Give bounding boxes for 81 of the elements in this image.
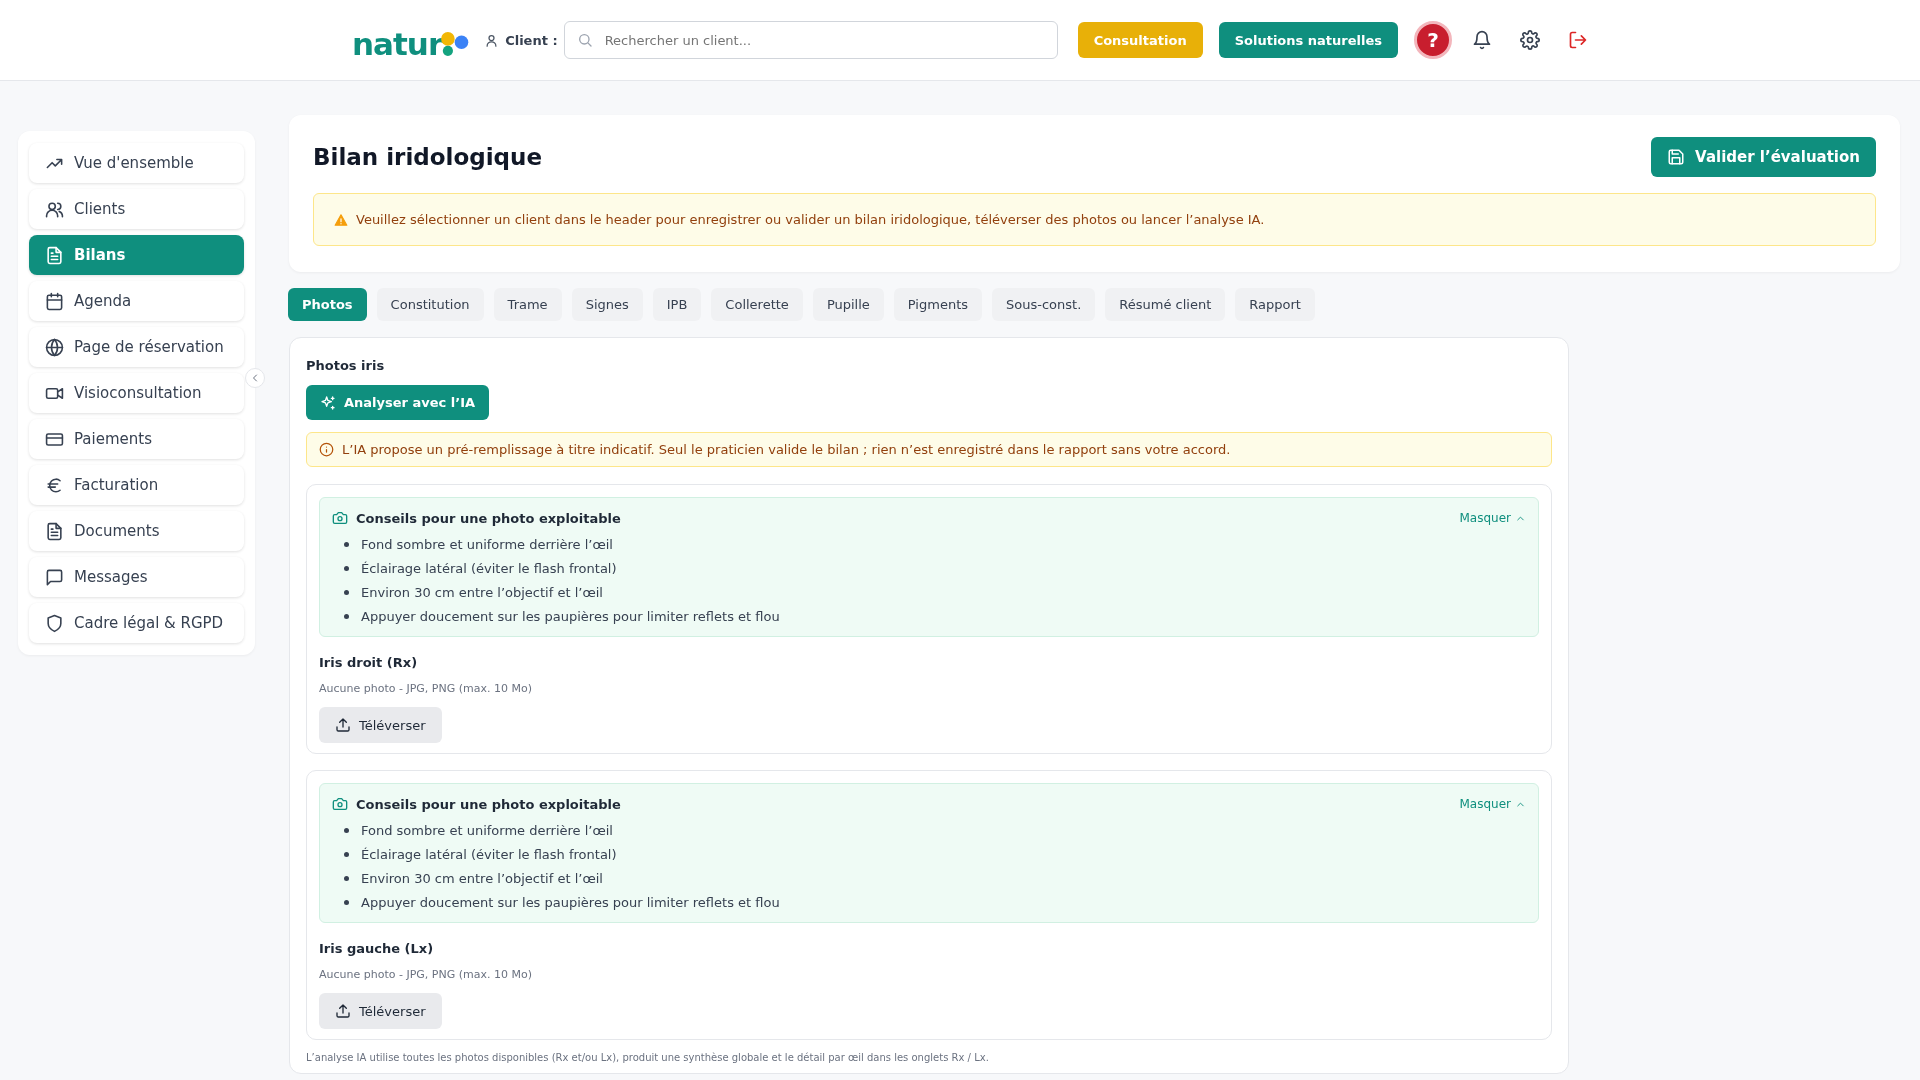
search-field[interactable]: Rechercher un client... bbox=[563, 21, 1058, 59]
tip-text: Fond sombre et uniforme derrière l’œil bbox=[361, 536, 613, 552]
settings-icon bbox=[1520, 30, 1540, 50]
tip-text: Environ 30 cm entre l’objectif et l’œil bbox=[361, 870, 603, 886]
tip-text: Éclairage latéral (éviter le flash frontal) bbox=[361, 560, 617, 576]
tab[interactable]: IPB bbox=[652, 288, 702, 321]
tips-title: Conseils pour une photo exploitable bbox=[356, 510, 622, 526]
sidebar-item[interactable]: Vue d'ensemble bbox=[29, 143, 244, 183]
upload-icon bbox=[335, 1003, 351, 1019]
client-label: Client : bbox=[505, 32, 558, 48]
upload-icon bbox=[335, 717, 351, 733]
section-title: Photos iris bbox=[306, 358, 385, 373]
tab[interactable]: Rapport bbox=[1235, 288, 1315, 321]
bell-icon bbox=[1472, 30, 1492, 50]
sidebar-item[interactable]: Documents bbox=[29, 511, 244, 551]
eye-label: Iris droit (Rx) bbox=[319, 655, 418, 670]
info-icon bbox=[319, 442, 334, 457]
camera-icon bbox=[332, 796, 348, 812]
sidebar-item[interactable]: Visioconsultation bbox=[29, 373, 244, 413]
camera-icon bbox=[332, 510, 348, 526]
tab[interactable]: Sous-const. bbox=[992, 288, 1096, 321]
bullet-icon bbox=[344, 589, 349, 595]
search-icon bbox=[576, 32, 593, 48]
tab[interactable]: Constitution bbox=[376, 288, 484, 321]
tip-text: Éclairage latéral (éviter le flash frontal) bbox=[361, 846, 617, 862]
sparkle-icon bbox=[320, 394, 336, 411]
warning-icon bbox=[334, 212, 348, 227]
hide-toggle[interactable]: Masquer bbox=[1459, 797, 1526, 811]
validate-button[interactable]: Valider l’évaluation bbox=[1651, 137, 1876, 177]
tab[interactable]: Pupille bbox=[812, 288, 884, 321]
users-icon bbox=[45, 199, 64, 219]
sidebar-item[interactable]: Bilans bbox=[29, 235, 244, 275]
tips-title: Conseils pour une photo exploitable bbox=[356, 796, 622, 812]
footnote-text: L’analyse IA utilise toutes les photos disponibles (Rx et/ou Lx), produit une synthèse globale et le détail par œil dans les onglets Rx / Lx. bbox=[306, 1052, 989, 1063]
bullet-icon bbox=[344, 899, 349, 905]
header-button[interactable]: Solutions naturelles bbox=[1218, 22, 1398, 58]
notice-text: L’IA propose un pré-remplissage à titre indicatif. Seul le praticien valide le bilan ; rien n’est enregistré dans le rapport sans votre accord. bbox=[342, 442, 1231, 457]
tab[interactable]: Résumé client bbox=[1105, 288, 1226, 321]
document-icon bbox=[45, 521, 64, 541]
document-icon bbox=[45, 245, 64, 265]
eye-label: Iris gauche (Lx) bbox=[319, 941, 434, 956]
tab[interactable]: Pigments bbox=[893, 288, 982, 321]
tip-text: Appuyer doucement sur les paupières pour limiter reflets et flou bbox=[361, 894, 780, 910]
save-icon bbox=[1667, 148, 1686, 166]
tab[interactable]: Signes bbox=[571, 288, 643, 321]
bullet-icon bbox=[344, 827, 349, 833]
bullet-icon bbox=[344, 613, 349, 619]
sidebar-item[interactable]: Paiements bbox=[29, 419, 244, 459]
help-button[interactable]: ? bbox=[1414, 21, 1452, 59]
tab[interactable]: Photos bbox=[288, 288, 367, 321]
collapse-button[interactable] bbox=[245, 368, 265, 388]
logo[interactable]: natur bbox=[352, 20, 471, 60]
tip-text: Appuyer doucement sur les paupières pour limiter reflets et flou bbox=[361, 608, 780, 624]
sidebar-item[interactable]: Clients bbox=[29, 189, 244, 229]
euro-icon bbox=[45, 475, 64, 495]
sidebar-item[interactable]: Facturation bbox=[29, 465, 244, 505]
file-caption: Aucune photo - JPG, PNG (max. 10 Mo) bbox=[319, 968, 532, 981]
sidebar-item[interactable]: Messages bbox=[29, 557, 244, 597]
calendar-icon bbox=[45, 291, 64, 311]
bullet-icon bbox=[344, 565, 349, 571]
tip-text: Environ 30 cm entre l’objectif et l’œil bbox=[361, 584, 603, 600]
logout-icon bbox=[1568, 30, 1588, 50]
file-caption: Aucune photo - JPG, PNG (max. 10 Mo) bbox=[319, 682, 532, 695]
tab[interactable]: Collerette bbox=[711, 288, 803, 321]
hide-toggle[interactable]: Masquer bbox=[1459, 511, 1526, 525]
sidebar-item[interactable]: Agenda bbox=[29, 281, 244, 321]
sidebar-item[interactable]: Cadre légal & RGPD bbox=[29, 603, 244, 643]
bullet-icon bbox=[344, 541, 349, 547]
analyze-button[interactable]: Analyser avec l’IA bbox=[306, 385, 490, 420]
globe-icon bbox=[45, 337, 64, 357]
bullet-icon bbox=[344, 875, 349, 881]
tip-text: Fond sombre et uniforme derrière l’œil bbox=[361, 822, 613, 838]
upload-button[interactable]: Téléverser bbox=[319, 993, 442, 1029]
message-icon bbox=[45, 567, 64, 587]
sidebar-item[interactable]: Page de réservation bbox=[29, 327, 244, 367]
upload-button[interactable]: Téléverser bbox=[319, 707, 442, 743]
warning-text: Veuillez sélectionner un client dans le header pour enregistrer ou valider un bilan iridologique, téléverser des photos ou lancer l’analyse IA. bbox=[356, 212, 1265, 227]
bullet-icon bbox=[344, 851, 349, 857]
shield-icon bbox=[45, 613, 64, 633]
tab[interactable]: Trame bbox=[493, 288, 562, 321]
page-title: Bilan iridologique bbox=[313, 144, 543, 170]
